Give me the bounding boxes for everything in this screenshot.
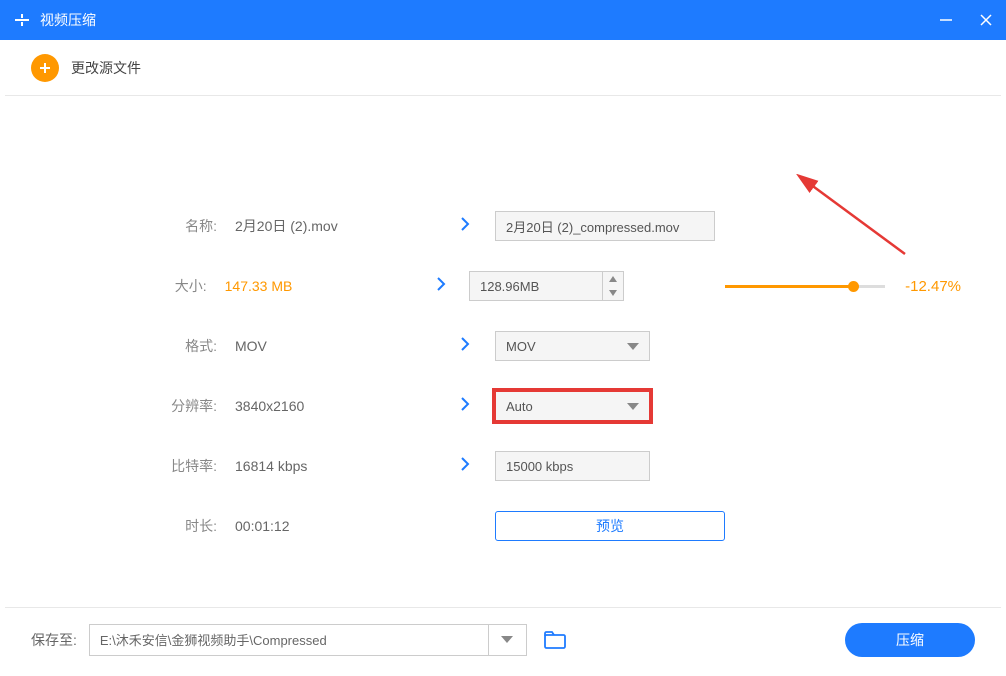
chevron-down-icon — [627, 403, 639, 410]
bitrate-label: 比特率: — [45, 456, 235, 476]
bitrate-target-input[interactable]: 15000 kbps — [495, 451, 650, 481]
window-body: 更改源文件 名称: 2月20日 (2).mov 2月20日 (2)_compre… — [5, 40, 1001, 671]
size-label: 大小: — [45, 276, 225, 296]
save-path-input[interactable]: E:\沐禾安信\金狮视频助手\Compressed — [89, 624, 489, 656]
name-label: 名称: — [45, 216, 235, 236]
footer: 保存至: E:\沐禾安信\金狮视频助手\Compressed 压缩 — [5, 607, 1001, 671]
arrow-icon — [435, 396, 495, 417]
main-area: 名称: 2月20日 (2).mov 2月20日 (2)_compressed.m… — [5, 96, 1001, 607]
change-source-label: 更改源文件 — [71, 58, 141, 78]
row-duration: 时长: 00:01:12 预览 — [45, 496, 961, 556]
size-percent: -12.47% — [905, 278, 961, 295]
format-label: 格式: — [45, 336, 235, 356]
size-slider[interactable] — [725, 285, 885, 288]
minimize-button[interactable] — [938, 12, 954, 28]
bitrate-source-value: 16814 kbps — [235, 458, 435, 474]
slider-handle[interactable] — [848, 281, 859, 292]
chevron-down-icon — [501, 636, 513, 643]
format-dropdown[interactable]: MOV — [495, 331, 650, 361]
save-to-label: 保存至: — [31, 630, 77, 650]
name-source-value: 2月20日 (2).mov — [235, 216, 435, 236]
arrow-icon — [435, 216, 495, 237]
arrow-icon — [435, 336, 495, 357]
resolution-dropdown[interactable]: Auto — [495, 391, 650, 421]
row-size: 大小: 147.33 MB 128.96MB -12.47% — [45, 256, 961, 316]
save-path-dropdown[interactable] — [489, 624, 527, 656]
arrow-icon — [435, 456, 495, 477]
format-source-value: MOV — [235, 338, 435, 354]
arrow-icon — [413, 276, 469, 297]
compress-button[interactable]: 压缩 — [845, 623, 975, 657]
row-name: 名称: 2月20日 (2).mov 2月20日 (2)_compressed.m… — [45, 196, 961, 256]
add-source-button[interactable] — [31, 54, 59, 82]
duration-label: 时长: — [45, 516, 235, 536]
row-bitrate: 比特率: 16814 kbps 15000 kbps — [45, 436, 961, 496]
header-row: 更改源文件 — [5, 40, 1001, 96]
name-target-input[interactable]: 2月20日 (2)_compressed.mov — [495, 211, 715, 241]
app-icon — [12, 10, 32, 30]
open-folder-button[interactable] — [537, 624, 573, 656]
size-target-input[interactable]: 128.96MB — [469, 271, 624, 301]
size-source-value: 147.33 MB — [225, 278, 413, 294]
size-spinner[interactable] — [602, 272, 623, 300]
close-button[interactable] — [978, 12, 994, 28]
spinner-down-icon[interactable] — [603, 286, 623, 300]
row-format: 格式: MOV MOV — [45, 316, 961, 376]
duration-value: 00:01:12 — [235, 518, 435, 534]
preview-button[interactable]: 预览 — [495, 511, 725, 541]
window-title: 视频压缩 — [40, 10, 938, 30]
chevron-down-icon — [627, 343, 639, 350]
resolution-label: 分辨率: — [45, 396, 235, 416]
spinner-up-icon[interactable] — [603, 272, 623, 286]
resolution-source-value: 3840x2160 — [235, 398, 435, 414]
row-resolution: 分辨率: 3840x2160 Auto — [45, 376, 961, 436]
titlebar: 视频压缩 — [0, 0, 1006, 40]
